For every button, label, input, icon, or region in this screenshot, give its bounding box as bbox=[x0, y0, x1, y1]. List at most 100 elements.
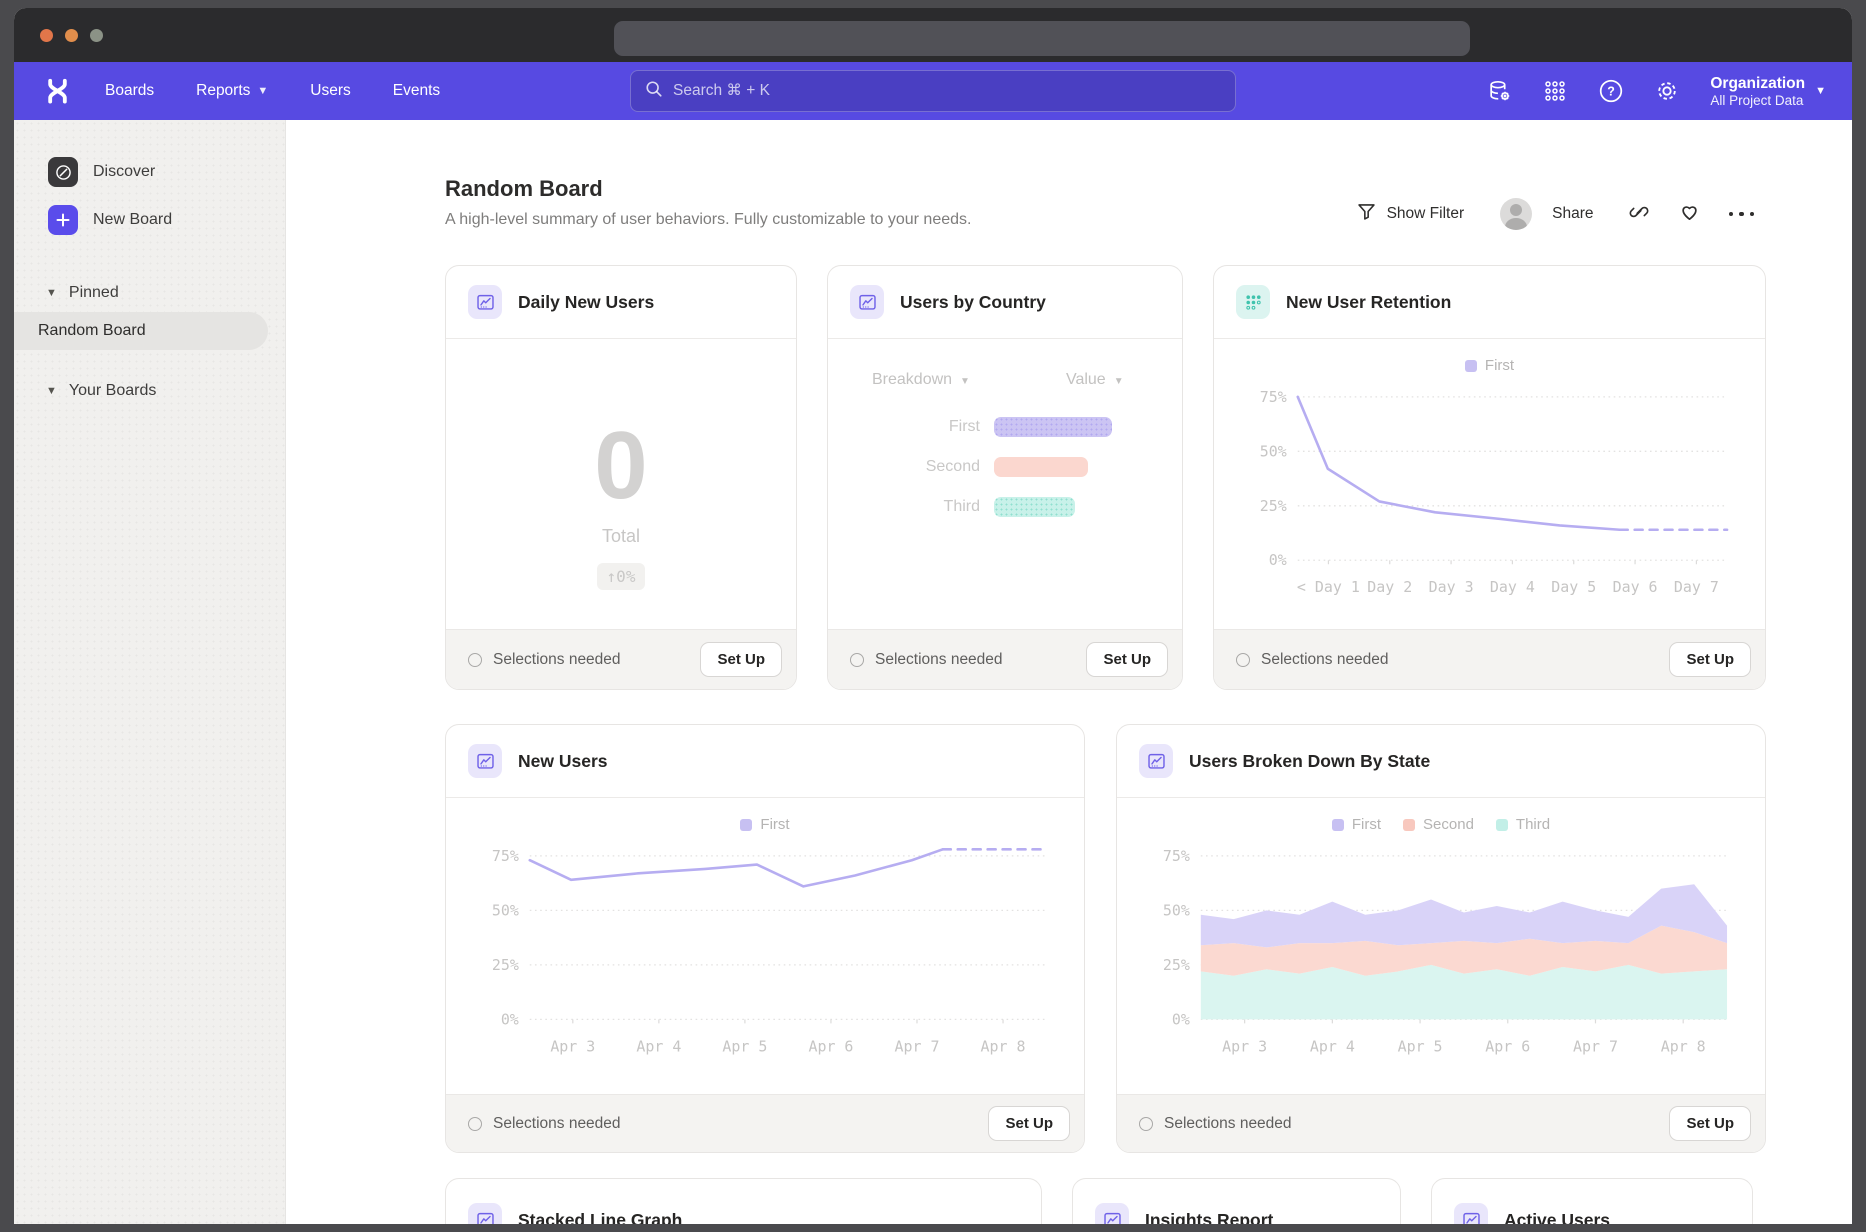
window-titlebar bbox=[14, 8, 1852, 62]
nav-item-events[interactable]: Events bbox=[393, 82, 440, 100]
column-headers: Breakdown▼ Value▼ bbox=[872, 371, 1182, 389]
svg-text:Apr 8: Apr 8 bbox=[1661, 1037, 1706, 1055]
country-bar-row: Third bbox=[872, 497, 1182, 517]
copy-link-icon[interactable] bbox=[1628, 201, 1650, 228]
sidebar-section-your-boards[interactable]: ▼ Your Boards bbox=[14, 382, 285, 400]
status-text: Selections needed bbox=[1236, 651, 1389, 669]
svg-text:Apr 5: Apr 5 bbox=[722, 1037, 767, 1055]
compass-icon bbox=[48, 157, 78, 187]
card-users-by-country: Users by Country Breakdown▼ Value▼ First… bbox=[827, 265, 1183, 690]
legend-swatch bbox=[1332, 819, 1344, 831]
status-circle-icon bbox=[468, 1117, 482, 1131]
breakdown-dropdown[interactable]: Breakdown▼ bbox=[872, 371, 970, 389]
line-chart-icon bbox=[1454, 1203, 1488, 1224]
nav-items: Boards Reports▼ Users Events bbox=[105, 82, 440, 100]
bar-label: Third bbox=[872, 498, 980, 516]
svg-text:Apr 3: Apr 3 bbox=[1222, 1037, 1267, 1055]
browser-url-bar[interactable] bbox=[614, 21, 1470, 56]
data-management-icon[interactable] bbox=[1486, 78, 1512, 104]
retention-chart: 75%50%25%0%< Day 1Day 2Day 3Day 4Day 5Da… bbox=[1214, 374, 1765, 600]
share-label: Share bbox=[1552, 205, 1593, 223]
close-window-button[interactable] bbox=[40, 29, 53, 42]
card-title: Active Users bbox=[1504, 1210, 1610, 1225]
svg-text:Apr 7: Apr 7 bbox=[895, 1037, 940, 1055]
more-options-icon[interactable] bbox=[1729, 212, 1755, 217]
legend-swatch bbox=[740, 819, 752, 831]
board-controls: Show Filter Share bbox=[1356, 198, 1754, 230]
set-up-button[interactable]: Set Up bbox=[1669, 642, 1751, 677]
sidebar-item-new-board[interactable]: New Board bbox=[14, 196, 285, 244]
status-circle-icon bbox=[468, 653, 482, 667]
favorite-heart-icon[interactable] bbox=[1678, 200, 1701, 228]
country-bar-row: First bbox=[872, 417, 1182, 437]
legend-swatch bbox=[1403, 819, 1415, 831]
search-input[interactable] bbox=[673, 82, 1221, 100]
chevron-down-icon: ▼ bbox=[46, 385, 57, 397]
card-title: New User Retention bbox=[1286, 292, 1451, 313]
set-up-button[interactable]: Set Up bbox=[1669, 1106, 1751, 1141]
traffic-lights bbox=[40, 29, 103, 42]
bar bbox=[994, 457, 1088, 477]
help-icon[interactable]: ? bbox=[1598, 78, 1624, 104]
card-title: Users Broken Down By State bbox=[1189, 751, 1430, 772]
apps-grid-icon[interactable] bbox=[1542, 78, 1568, 104]
legend-swatch bbox=[1465, 360, 1477, 372]
mixpanel-logo-icon[interactable] bbox=[44, 78, 71, 105]
show-filter-button[interactable]: Show Filter bbox=[1356, 201, 1465, 227]
status-text: Selections needed bbox=[1139, 1115, 1292, 1133]
retention-dots-icon bbox=[1236, 285, 1270, 319]
sidebar-item-discover[interactable]: Discover bbox=[14, 148, 285, 196]
svg-text:Apr 8: Apr 8 bbox=[981, 1037, 1026, 1055]
status-text: Selections needed bbox=[468, 651, 621, 669]
share-button[interactable]: Share bbox=[1500, 198, 1593, 230]
status-circle-icon bbox=[1236, 653, 1250, 667]
chart-legend: First bbox=[1214, 357, 1765, 374]
set-up-button[interactable]: Set Up bbox=[700, 642, 782, 677]
svg-text:Day 5: Day 5 bbox=[1551, 578, 1596, 596]
legend-item: First bbox=[1332, 816, 1381, 833]
chevron-down-icon: ▼ bbox=[1815, 85, 1826, 97]
status-circle-icon bbox=[850, 653, 864, 667]
set-up-button[interactable]: Set Up bbox=[988, 1106, 1070, 1141]
status-text: Selections needed bbox=[850, 651, 1003, 669]
set-up-button[interactable]: Set Up bbox=[1086, 642, 1168, 677]
svg-text:50%: 50% bbox=[1163, 901, 1190, 919]
bar bbox=[994, 417, 1112, 437]
svg-text:0%: 0% bbox=[1172, 1010, 1190, 1028]
search-icon bbox=[645, 80, 663, 103]
value-dropdown[interactable]: Value▼ bbox=[1066, 371, 1124, 389]
country-bars: First Second Third bbox=[872, 417, 1182, 517]
svg-text:50%: 50% bbox=[1260, 442, 1287, 460]
zoom-window-button[interactable] bbox=[90, 29, 103, 42]
bar-label: Second bbox=[872, 458, 980, 476]
global-search[interactable] bbox=[630, 70, 1236, 112]
svg-text:?: ? bbox=[1608, 85, 1616, 99]
card-users-by-state: Users Broken Down By State First Second … bbox=[1116, 724, 1766, 1153]
chevron-down-icon: ▼ bbox=[960, 376, 970, 387]
svg-text:25%: 25% bbox=[1260, 497, 1287, 515]
sidebar-section-pinned[interactable]: ▼ Pinned bbox=[14, 284, 285, 302]
status-circle-icon bbox=[1139, 1117, 1153, 1131]
metric-delta-badge: ↑0% bbox=[597, 563, 646, 590]
svg-text:25%: 25% bbox=[492, 956, 519, 974]
card-new-users: New Users First 75%50%25%0%Apr 3Apr 4Apr… bbox=[445, 724, 1085, 1153]
nav-item-users[interactable]: Users bbox=[310, 82, 350, 100]
org-switcher[interactable]: Organization All Project Data ▼ bbox=[1710, 74, 1826, 108]
svg-text:25%: 25% bbox=[1163, 956, 1190, 974]
sidebar-item-random-board[interactable]: Random Board bbox=[14, 312, 268, 350]
card-title: New Users bbox=[518, 751, 608, 772]
card-title: Stacked Line Graph bbox=[518, 1210, 682, 1225]
card-new-user-retention: New User Retention First 75%50%25%0%< Da… bbox=[1213, 265, 1766, 690]
board-link-label: Random Board bbox=[38, 322, 146, 340]
sidebar: Discover New Board ▼ Pinned Random Board… bbox=[14, 120, 286, 1224]
chart-legend: First bbox=[446, 816, 1084, 833]
minimize-window-button[interactable] bbox=[65, 29, 78, 42]
svg-text:Apr 4: Apr 4 bbox=[1310, 1037, 1355, 1055]
legend-item: First bbox=[740, 816, 789, 833]
country-bar-row: Second bbox=[872, 457, 1182, 477]
nav-item-boards[interactable]: Boards bbox=[105, 82, 154, 100]
settings-gear-icon[interactable] bbox=[1654, 78, 1680, 104]
line-chart-icon bbox=[468, 1203, 502, 1224]
line-chart-icon bbox=[1095, 1203, 1129, 1224]
nav-item-reports[interactable]: Reports▼ bbox=[196, 82, 268, 100]
